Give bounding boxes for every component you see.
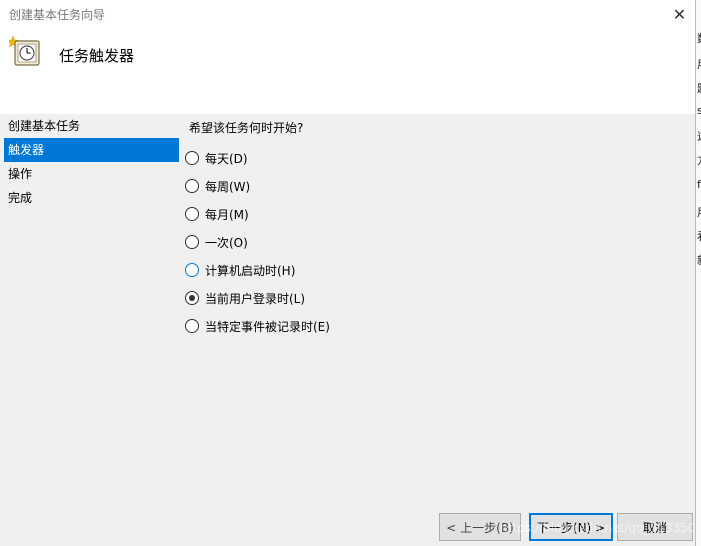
strip-text: f (697, 178, 701, 191)
radio-user-logon[interactable] (185, 291, 199, 305)
back-button[interactable]: < 上一步(B) (439, 513, 521, 541)
option-label: 当特定事件被记录时(E) (205, 319, 330, 334)
nav-item-trigger[interactable]: 触发器 (4, 138, 179, 162)
window-title: 创建基本任务向导 (9, 8, 106, 22)
strip-text: 看 (697, 228, 701, 244)
trigger-question: 希望该任务何时开始? (189, 121, 304, 135)
trigger-options: 每天(D) 每周(W) 每月(M) 一次(O) 计算机启动时(H) 当前用户登录… (185, 144, 330, 340)
radio-monthly[interactable] (185, 207, 199, 221)
nav-item-action[interactable]: 操作 (4, 162, 179, 186)
option-label: 每天(D) (205, 151, 248, 166)
close-button[interactable]: ✕ (664, 0, 695, 28)
option-label: 一次(O) (205, 235, 248, 250)
option-computer-startup[interactable]: 计算机启动时(H) (185, 256, 330, 284)
wizard-header: 任务触发器 (0, 28, 695, 114)
option-label: 每月(M) (205, 207, 249, 222)
strip-text: 述 (697, 128, 701, 144)
radio-weekly[interactable] (185, 179, 199, 193)
next-button[interactable]: 下一步(N) > (529, 513, 613, 541)
strip-text: 数 (697, 30, 701, 46)
radio-computer-startup[interactable] (185, 263, 199, 277)
strip-text: 用 (697, 204, 701, 220)
wizard-steps-nav: 创建基本任务 触发器 操作 完成 (4, 114, 179, 210)
option-label: 每周(W) (205, 179, 251, 194)
radio-event-logged[interactable] (185, 319, 199, 333)
nav-item-create-basic-task[interactable]: 创建基本任务 (4, 114, 179, 138)
option-label: 计算机启动时(H) (205, 263, 296, 278)
option-monthly[interactable]: 每月(M) (185, 200, 330, 228)
strip-text: 方 (697, 152, 701, 168)
strip-text: 题 (697, 80, 701, 96)
title-bar: 创建基本任务向导 ✕ (0, 0, 695, 28)
option-once[interactable]: 一次(O) (185, 228, 330, 256)
task-scheduler-clock-icon (9, 35, 40, 66)
option-daily[interactable]: 每天(D) (185, 144, 330, 172)
page-title: 任务触发器 (59, 47, 135, 65)
wizard-content: 创建基本任务 触发器 操作 完成 希望该任务何时开始? 每天(D) 每周(W) … (0, 114, 701, 546)
option-user-logon[interactable]: 当前用户登录时(L) (185, 284, 330, 312)
radio-once[interactable] (185, 235, 199, 249)
option-label: 当前用户登录时(L) (205, 291, 306, 306)
close-icon: ✕ (672, 4, 687, 24)
option-event-logged[interactable]: 当特定事件被记录时(E) (185, 312, 330, 340)
cancel-button[interactable]: 取消 (617, 513, 693, 541)
radio-daily[interactable] (185, 151, 199, 165)
strip-text: 新 (697, 252, 701, 268)
background-window-edge: 数 题 述 s 方 用 f 看 新 用 (695, 0, 701, 546)
nav-item-finish[interactable]: 完成 (4, 186, 179, 210)
strip-text: s (697, 104, 701, 117)
option-weekly[interactable]: 每周(W) (185, 172, 330, 200)
create-basic-task-wizard-dialog: 创建基本任务向导 ✕ 任务触发器 创建基本任务 触发器 操作 完成 希望该任务何… (0, 0, 701, 546)
strip-text: 用 (697, 56, 701, 72)
